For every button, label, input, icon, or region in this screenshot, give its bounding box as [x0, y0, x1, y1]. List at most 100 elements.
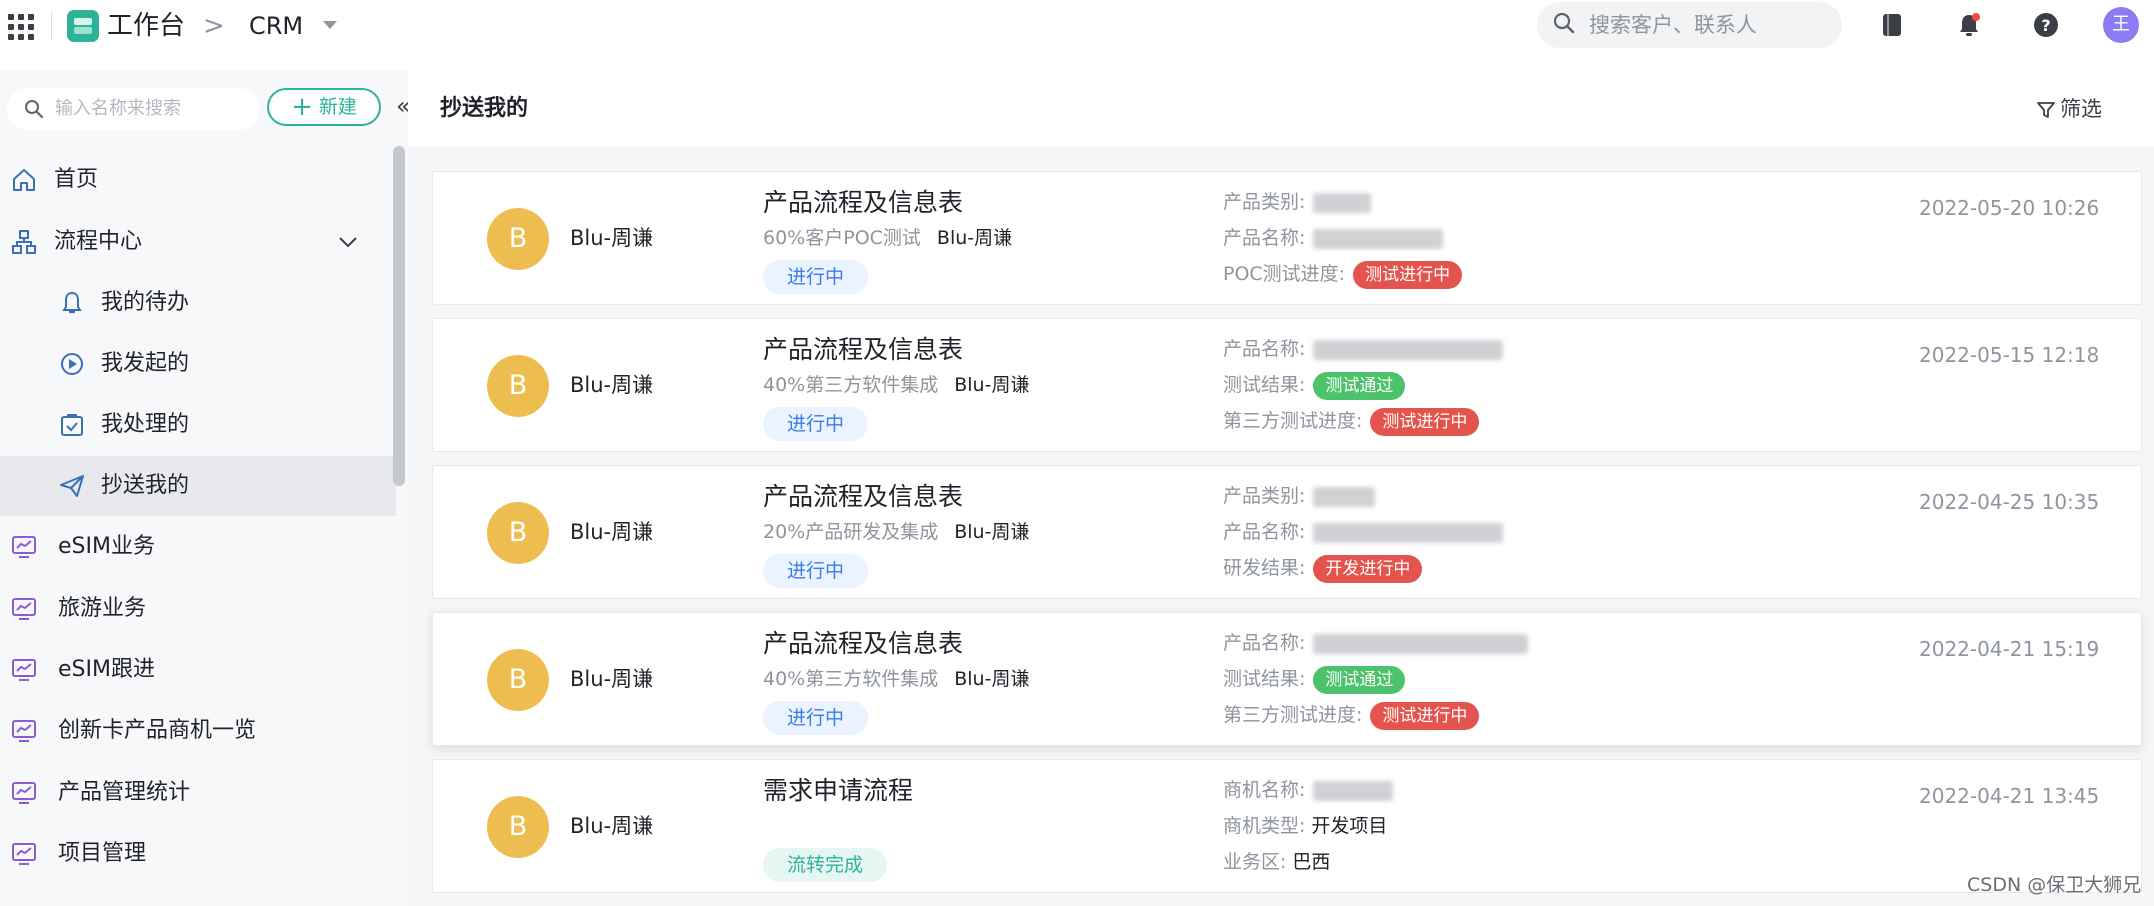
sidebar-item-initiated[interactable]: 我发起的: [0, 334, 396, 394]
sidebar-item-innovation-card[interactable]: 创新卡产品商机一览: [0, 701, 396, 761]
sidebar-item-home[interactable]: 首页: [0, 150, 396, 210]
sidebar-item-cc-me[interactable]: 抄送我的: [0, 456, 396, 516]
sidebar-item-label: 首页: [54, 167, 99, 192]
breadcrumb-separator: >: [203, 11, 225, 41]
creator-name: Blu-周谦: [570, 226, 654, 250]
sidebar-item-label: 我处理的: [101, 412, 190, 437]
app-name[interactable]: 工作台: [107, 9, 185, 43]
creator-name: Blu-周谦: [570, 520, 654, 544]
notification-bell-icon[interactable]: [1955, 11, 1983, 39]
card-timestamp: 2022-05-20 10:26: [1919, 196, 2100, 220]
sidebar-item-label: 我发起的: [101, 351, 190, 376]
status-badge: 进行中: [763, 260, 869, 294]
avatar: B: [487, 502, 549, 564]
field-value: 开发项目: [1311, 815, 1388, 837]
sidebar-item-esim-followup[interactable]: eSIM跟进: [0, 640, 396, 700]
card-title[interactable]: 产品流程及信息表: [763, 480, 963, 514]
stage-owner: Blu-周谦: [954, 521, 1030, 543]
field-value: 巴西: [1292, 851, 1331, 873]
user-avatar[interactable]: 王: [2103, 7, 2139, 43]
process-card[interactable]: B Blu-周谦 产品流程及信息表 40%第三方软件集成 Blu-周谦 进行中 产…: [432, 318, 2142, 452]
global-search-input[interactable]: 搜索客户、联系人: [1537, 2, 1842, 48]
field-product-name: 产品名称:: [1223, 518, 1504, 546]
sidebar-item-label: 项目管理: [58, 841, 147, 866]
redacted-value: [1313, 486, 1376, 507]
avatar: B: [487, 649, 549, 711]
result-pill: 测试通过: [1313, 665, 1406, 694]
workbench-logo-icon[interactable]: [67, 10, 99, 42]
app-grid-icon[interactable]: [8, 14, 34, 40]
chevron-down-icon[interactable]: [336, 232, 360, 252]
card-timestamp: 2022-04-21 15:19: [1919, 637, 2100, 661]
field-product-category: 产品类别:: [1223, 188, 1372, 216]
card-subtitle: 40%第三方软件集成 Blu-周谦: [763, 371, 1029, 399]
sidebar-item-product-stats[interactable]: 产品管理统计: [0, 763, 396, 823]
result-pill: 测试通过: [1313, 371, 1406, 400]
module-switcher[interactable]: CRM: [249, 9, 303, 43]
stage-owner: Blu-周谦: [936, 227, 1013, 249]
stage-owner: Blu-周谦: [954, 374, 1030, 396]
sidebar-item-esim-business[interactable]: eSIM业务: [0, 517, 396, 577]
progress-pill: 测试进行中: [1353, 260, 1463, 289]
search-icon: [1553, 12, 1575, 34]
monitor-icon: [12, 720, 36, 742]
svg-text:?: ?: [2041, 16, 2050, 35]
field-test-result: 测试结果: 测试通过: [1223, 371, 1406, 400]
sidebar-item-handled[interactable]: 我处理的: [0, 395, 396, 455]
search-icon: [25, 100, 44, 119]
card-title[interactable]: 产品流程及信息表: [763, 627, 963, 661]
redacted-value: [1313, 522, 1504, 543]
field-third-party-progress: 第三方测试进度: 测试进行中: [1223, 407, 1480, 436]
process-card[interactable]: B Blu-周谦 产品流程及信息表 20%产品研发及集成 Blu-周谦 进行中 产…: [432, 465, 2142, 599]
watermark: CSDN @保卫大狮兄: [1967, 874, 2142, 896]
field-opportunity-type: 商机类型: 开发项目: [1223, 815, 1388, 837]
filter-label: 筛选: [2060, 97, 2102, 121]
card-title[interactable]: 产品流程及信息表: [763, 186, 963, 220]
card-title[interactable]: 需求申请流程: [763, 774, 913, 808]
sidebar-item-project-management[interactable]: 项目管理: [0, 824, 396, 884]
process-card[interactable]: B Blu-周谦 产品流程及信息表 60%客户POC测试 Blu-周谦 进行中 产…: [432, 171, 2142, 305]
caret-down-icon[interactable]: [323, 21, 337, 29]
filter-button[interactable]: 筛选: [2037, 94, 2102, 124]
field-rd-result: 研发结果: 开发进行中: [1223, 554, 1423, 583]
process-card[interactable]: B Blu-周谦 产品流程及信息表 40%第三方软件集成 Blu-周谦 进行中 产…: [432, 612, 2142, 746]
creator-name: Blu-周谦: [570, 667, 654, 691]
status-badge: 进行中: [763, 701, 869, 735]
redacted-value: [1313, 633, 1529, 654]
avatar: B: [487, 355, 549, 417]
stage-owner: Blu-周谦: [954, 668, 1030, 690]
monitor-icon: [12, 782, 36, 804]
sidebar: 输入名称来搜索 + 新建 « 首页 流程中心 我的待办 我发起的 我处理的 抄送…: [0, 70, 411, 906]
sidebar-item-label: 旅游业务: [58, 596, 147, 621]
monitor-icon: [12, 843, 36, 865]
status-badge: 进行中: [763, 554, 869, 588]
sidebar-search-input[interactable]: 输入名称来搜索: [7, 88, 260, 130]
sidebar-item-travel-business[interactable]: 旅游业务: [0, 579, 396, 639]
card-title[interactable]: 产品流程及信息表: [763, 333, 963, 367]
sidebar-item-label: 创新卡产品商机一览: [58, 718, 257, 743]
sidebar-item-label: 产品管理统计: [58, 780, 191, 805]
home-icon: [13, 169, 35, 191]
book-icon[interactable]: [1878, 11, 1906, 39]
help-icon[interactable]: ?: [2032, 11, 2060, 39]
sidebar-item-my-todo[interactable]: 我的待办: [0, 273, 396, 333]
progress-stage: 40%第三方软件集成: [763, 374, 939, 396]
redacted-value: [1313, 192, 1372, 213]
card-subtitle: 20%产品研发及集成 Blu-周谦: [763, 518, 1029, 546]
progress-stage: 20%产品研发及集成: [763, 521, 939, 543]
process-card[interactable]: B Blu-周谦 需求申请流程 流转完成 商机名称: 商机类型: 开发项目 业务区…: [432, 759, 2142, 893]
progress-stage: 60%客户POC测试: [763, 227, 921, 249]
creator-name: Blu-周谦: [570, 814, 654, 838]
redacted-value: [1313, 780, 1394, 801]
sidebar-item-process-center[interactable]: 流程中心: [0, 212, 396, 272]
new-button[interactable]: + 新建: [267, 88, 381, 126]
new-button-label: 新建: [318, 96, 357, 118]
search-placeholder: 搜索客户、联系人: [1589, 13, 1757, 37]
progress-pill: 开发进行中: [1313, 554, 1423, 583]
progress-pill: 测试进行中: [1370, 701, 1480, 730]
send-icon: [60, 475, 84, 497]
sidebar-scrollbar[interactable]: [393, 146, 405, 486]
play-circle-icon: [61, 353, 83, 375]
page-title: 抄送我的: [440, 96, 529, 121]
field-product-name: 产品名称:: [1223, 224, 1444, 252]
